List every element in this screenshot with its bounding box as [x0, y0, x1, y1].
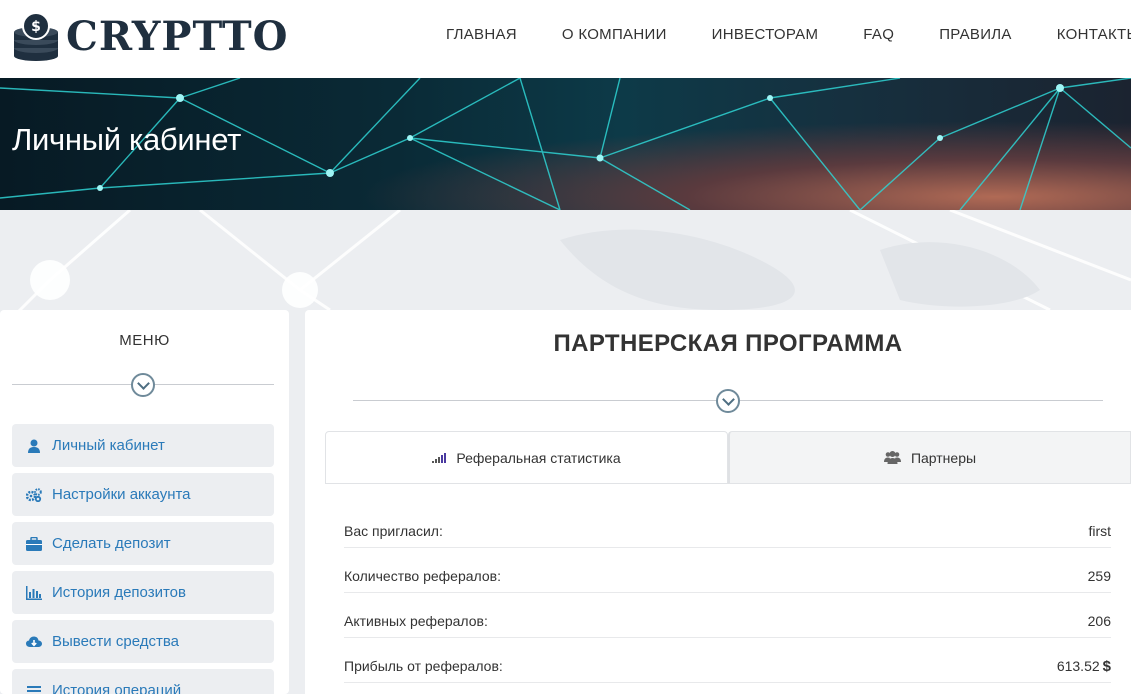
stat-label: Активных рефералов: — [344, 613, 488, 629]
stat-row-referral-profit: Прибыль от рефералов: 613.52 $ — [344, 649, 1111, 694]
sidebar-item-cabinet[interactable]: Личный кабинет — [12, 424, 274, 467]
stat-label: Вас пригласил: — [344, 523, 443, 539]
stat-value: 613.52 — [1056, 658, 1100, 674]
sidebar-menu-list: Личный кабинет Настройки аккаунта Сделат… — [12, 424, 274, 694]
row-divider — [344, 682, 1111, 683]
chevron-down-icon — [131, 373, 155, 397]
stat-row-referral-count: Количество рефералов: 259 — [344, 559, 1111, 604]
stat-row-inviter: Вас пригласил: first — [344, 514, 1111, 559]
tab-label: Партнеры — [910, 449, 977, 466]
sidebar-item-label: Личный кабинет — [52, 437, 165, 454]
coin-stack-icon: $ — [12, 12, 64, 62]
sidebar-item-withdraw[interactable]: Вывести средства — [12, 620, 274, 663]
stat-value: 206 — [1087, 613, 1111, 629]
stat-value-with-currency: 613.52 $ — [1057, 658, 1111, 675]
sidebar-item-settings[interactable]: Настройки аккаунта — [12, 473, 274, 516]
sidebar-item-label: История депозитов — [52, 584, 186, 601]
site-header: $ CRYPTTO ГЛАВНАЯ О КОМПАНИИ ИНВЕСТОРАМ … — [0, 0, 1131, 78]
nav-investors[interactable]: ИНВЕСТОРАМ — [712, 26, 819, 43]
stat-value: 259 — [1087, 568, 1111, 584]
page-title: Личный кабинет — [12, 122, 242, 157]
sidebar-menu: МЕНЮ Личный кабинет Настройки аккаунта С… — [0, 310, 289, 694]
sidebar-item-label: Сделать депозит — [52, 535, 171, 552]
sidebar-item-label: История операций — [52, 682, 182, 694]
sidebar-title: МЕНЮ — [119, 332, 170, 349]
stat-label: Прибыль от рефералов: — [344, 658, 503, 674]
row-divider — [344, 547, 1111, 548]
tab-referral-stats[interactable]: Реферальная статистика — [325, 431, 728, 484]
signal-icon — [432, 452, 447, 463]
nav-contacts[interactable]: КОНТАКТЫ — [1057, 26, 1131, 43]
sidebar-item-operations-history[interactable]: История операций — [12, 669, 274, 694]
row-divider — [344, 592, 1111, 593]
nav-about[interactable]: О КОМПАНИИ — [562, 26, 667, 43]
sidebar-item-label: Вывести средства — [52, 633, 179, 650]
briefcase-icon — [26, 536, 42, 552]
sidebar-item-label: Настройки аккаунта — [52, 486, 191, 503]
stat-label: Количество рефералов: — [344, 568, 501, 584]
sidebar-item-deposit[interactable]: Сделать депозит — [12, 522, 274, 565]
nav-faq[interactable]: FAQ — [863, 26, 894, 43]
gears-icon — [26, 487, 42, 503]
tab-label: Реферальная статистика — [456, 449, 621, 466]
chevron-down-icon — [716, 389, 740, 413]
row-divider — [344, 637, 1111, 638]
partner-program-panel: ПАРТНЕРСКАЯ ПРОГРАММА Реферальная статис… — [305, 310, 1131, 694]
site-logo[interactable]: $ CRYPTTO — [12, 12, 288, 62]
nav-rules[interactable]: ПРАВИЛА — [939, 26, 1012, 43]
partner-tabs: Реферальная статистика Партнеры — [325, 431, 1131, 484]
bar-chart-icon — [26, 585, 42, 601]
referral-stats-table: Вас пригласил: first Количество реферало… — [344, 514, 1111, 694]
svg-text:$: $ — [31, 19, 41, 35]
user-icon — [26, 438, 42, 454]
logo-text: CRYPTTO — [66, 13, 289, 60]
list-icon — [26, 683, 42, 694]
main-nav: ГЛАВНАЯ О КОМПАНИИ ИНВЕСТОРАМ FAQ ПРАВИЛ… — [446, 26, 1131, 43]
currency-symbol: $ — [1102, 658, 1111, 675]
users-icon — [883, 451, 901, 464]
cloud-download-icon — [26, 634, 42, 650]
sidebar-item-deposit-history[interactable]: История депозитов — [12, 571, 274, 614]
nav-home[interactable]: ГЛАВНАЯ — [446, 26, 517, 43]
tab-partners[interactable]: Партнеры — [728, 431, 1131, 484]
stat-row-active-referrals: Активных рефералов: 206 — [344, 604, 1111, 649]
hero-banner: Личный кабинет — [0, 78, 1131, 210]
section-title: ПАРТНЕРСКАЯ ПРОГРАММА — [553, 330, 903, 357]
stat-value: first — [1088, 523, 1111, 539]
